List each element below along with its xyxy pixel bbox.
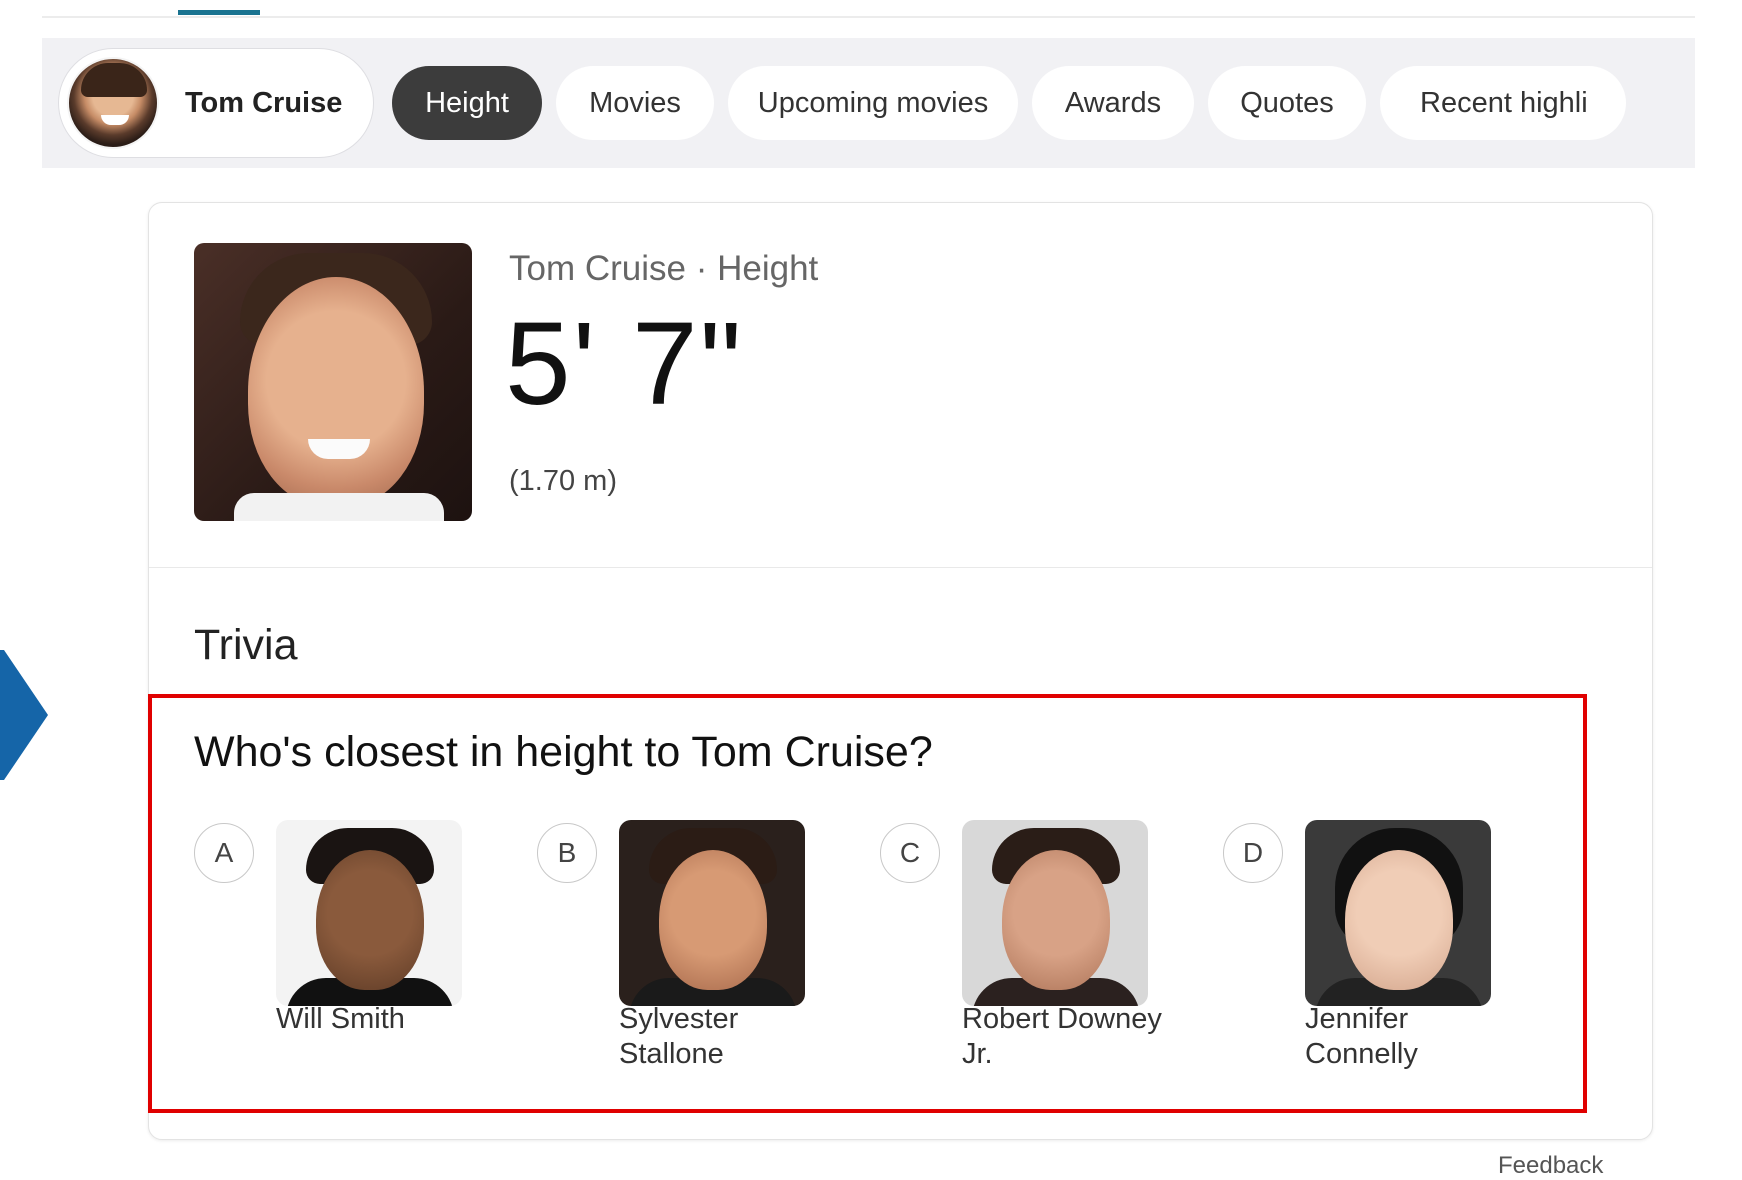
entity-photo[interactable] xyxy=(194,243,472,521)
feedback-link[interactable]: Feedback xyxy=(1498,1152,1603,1180)
top-divider xyxy=(42,16,1695,18)
option-name: Jennifer Connelly xyxy=(1305,1003,1418,1070)
option-photo[interactable] xyxy=(962,820,1148,1006)
option-letter[interactable]: B xyxy=(537,823,597,883)
tab-movies[interactable]: Movies xyxy=(556,66,714,140)
tab-awards[interactable]: Awards xyxy=(1032,66,1194,140)
tab-quotes[interactable]: Quotes xyxy=(1208,66,1366,140)
entity-avatar xyxy=(67,57,159,149)
answer-caption: Tom Cruise · Height xyxy=(509,249,819,288)
option-name: Robert Downey Jr. xyxy=(962,1003,1162,1070)
entity-name: Tom Cruise xyxy=(185,86,343,119)
trivia-option-b[interactable]: B Sylvester Stallone xyxy=(537,816,837,1076)
tab-list: Height Movies Upcoming movies Awards Quo… xyxy=(392,66,1626,140)
option-name: Sylvester Stallone xyxy=(619,1003,739,1070)
navigation-arrow-icon xyxy=(0,650,48,780)
trivia-question: Who's closest in height to Tom Cruise? xyxy=(194,728,933,776)
option-letter[interactable]: C xyxy=(880,823,940,883)
tab-recent-highlights[interactable]: Recent highli xyxy=(1380,66,1626,140)
option-photo[interactable] xyxy=(619,820,805,1006)
trivia-option-a[interactable]: A Will Smith xyxy=(194,816,494,1076)
option-photo[interactable] xyxy=(1305,820,1491,1006)
entity-pill[interactable]: Tom Cruise xyxy=(58,48,374,158)
tab-upcoming-movies[interactable]: Upcoming movies xyxy=(728,66,1018,140)
trivia-option-c[interactable]: C Robert Downey Jr. xyxy=(880,816,1180,1076)
option-name: Will Smith xyxy=(276,1003,405,1035)
option-photo[interactable] xyxy=(276,820,462,1006)
trivia-title: Trivia xyxy=(194,621,298,669)
entity-tab-strip: Tom Cruise Height Movies Upcoming movies… xyxy=(42,38,1695,168)
option-letter[interactable]: A xyxy=(194,823,254,883)
active-vertical-indicator xyxy=(178,10,260,15)
height-metric: (1.70 m) xyxy=(509,465,617,497)
tab-height[interactable]: Height xyxy=(392,66,542,140)
option-letter[interactable]: D xyxy=(1223,823,1283,883)
card-divider xyxy=(149,567,1652,568)
height-value: 5' 7" xyxy=(505,298,744,430)
trivia-option-d[interactable]: D Jennifer Connelly xyxy=(1223,816,1523,1076)
